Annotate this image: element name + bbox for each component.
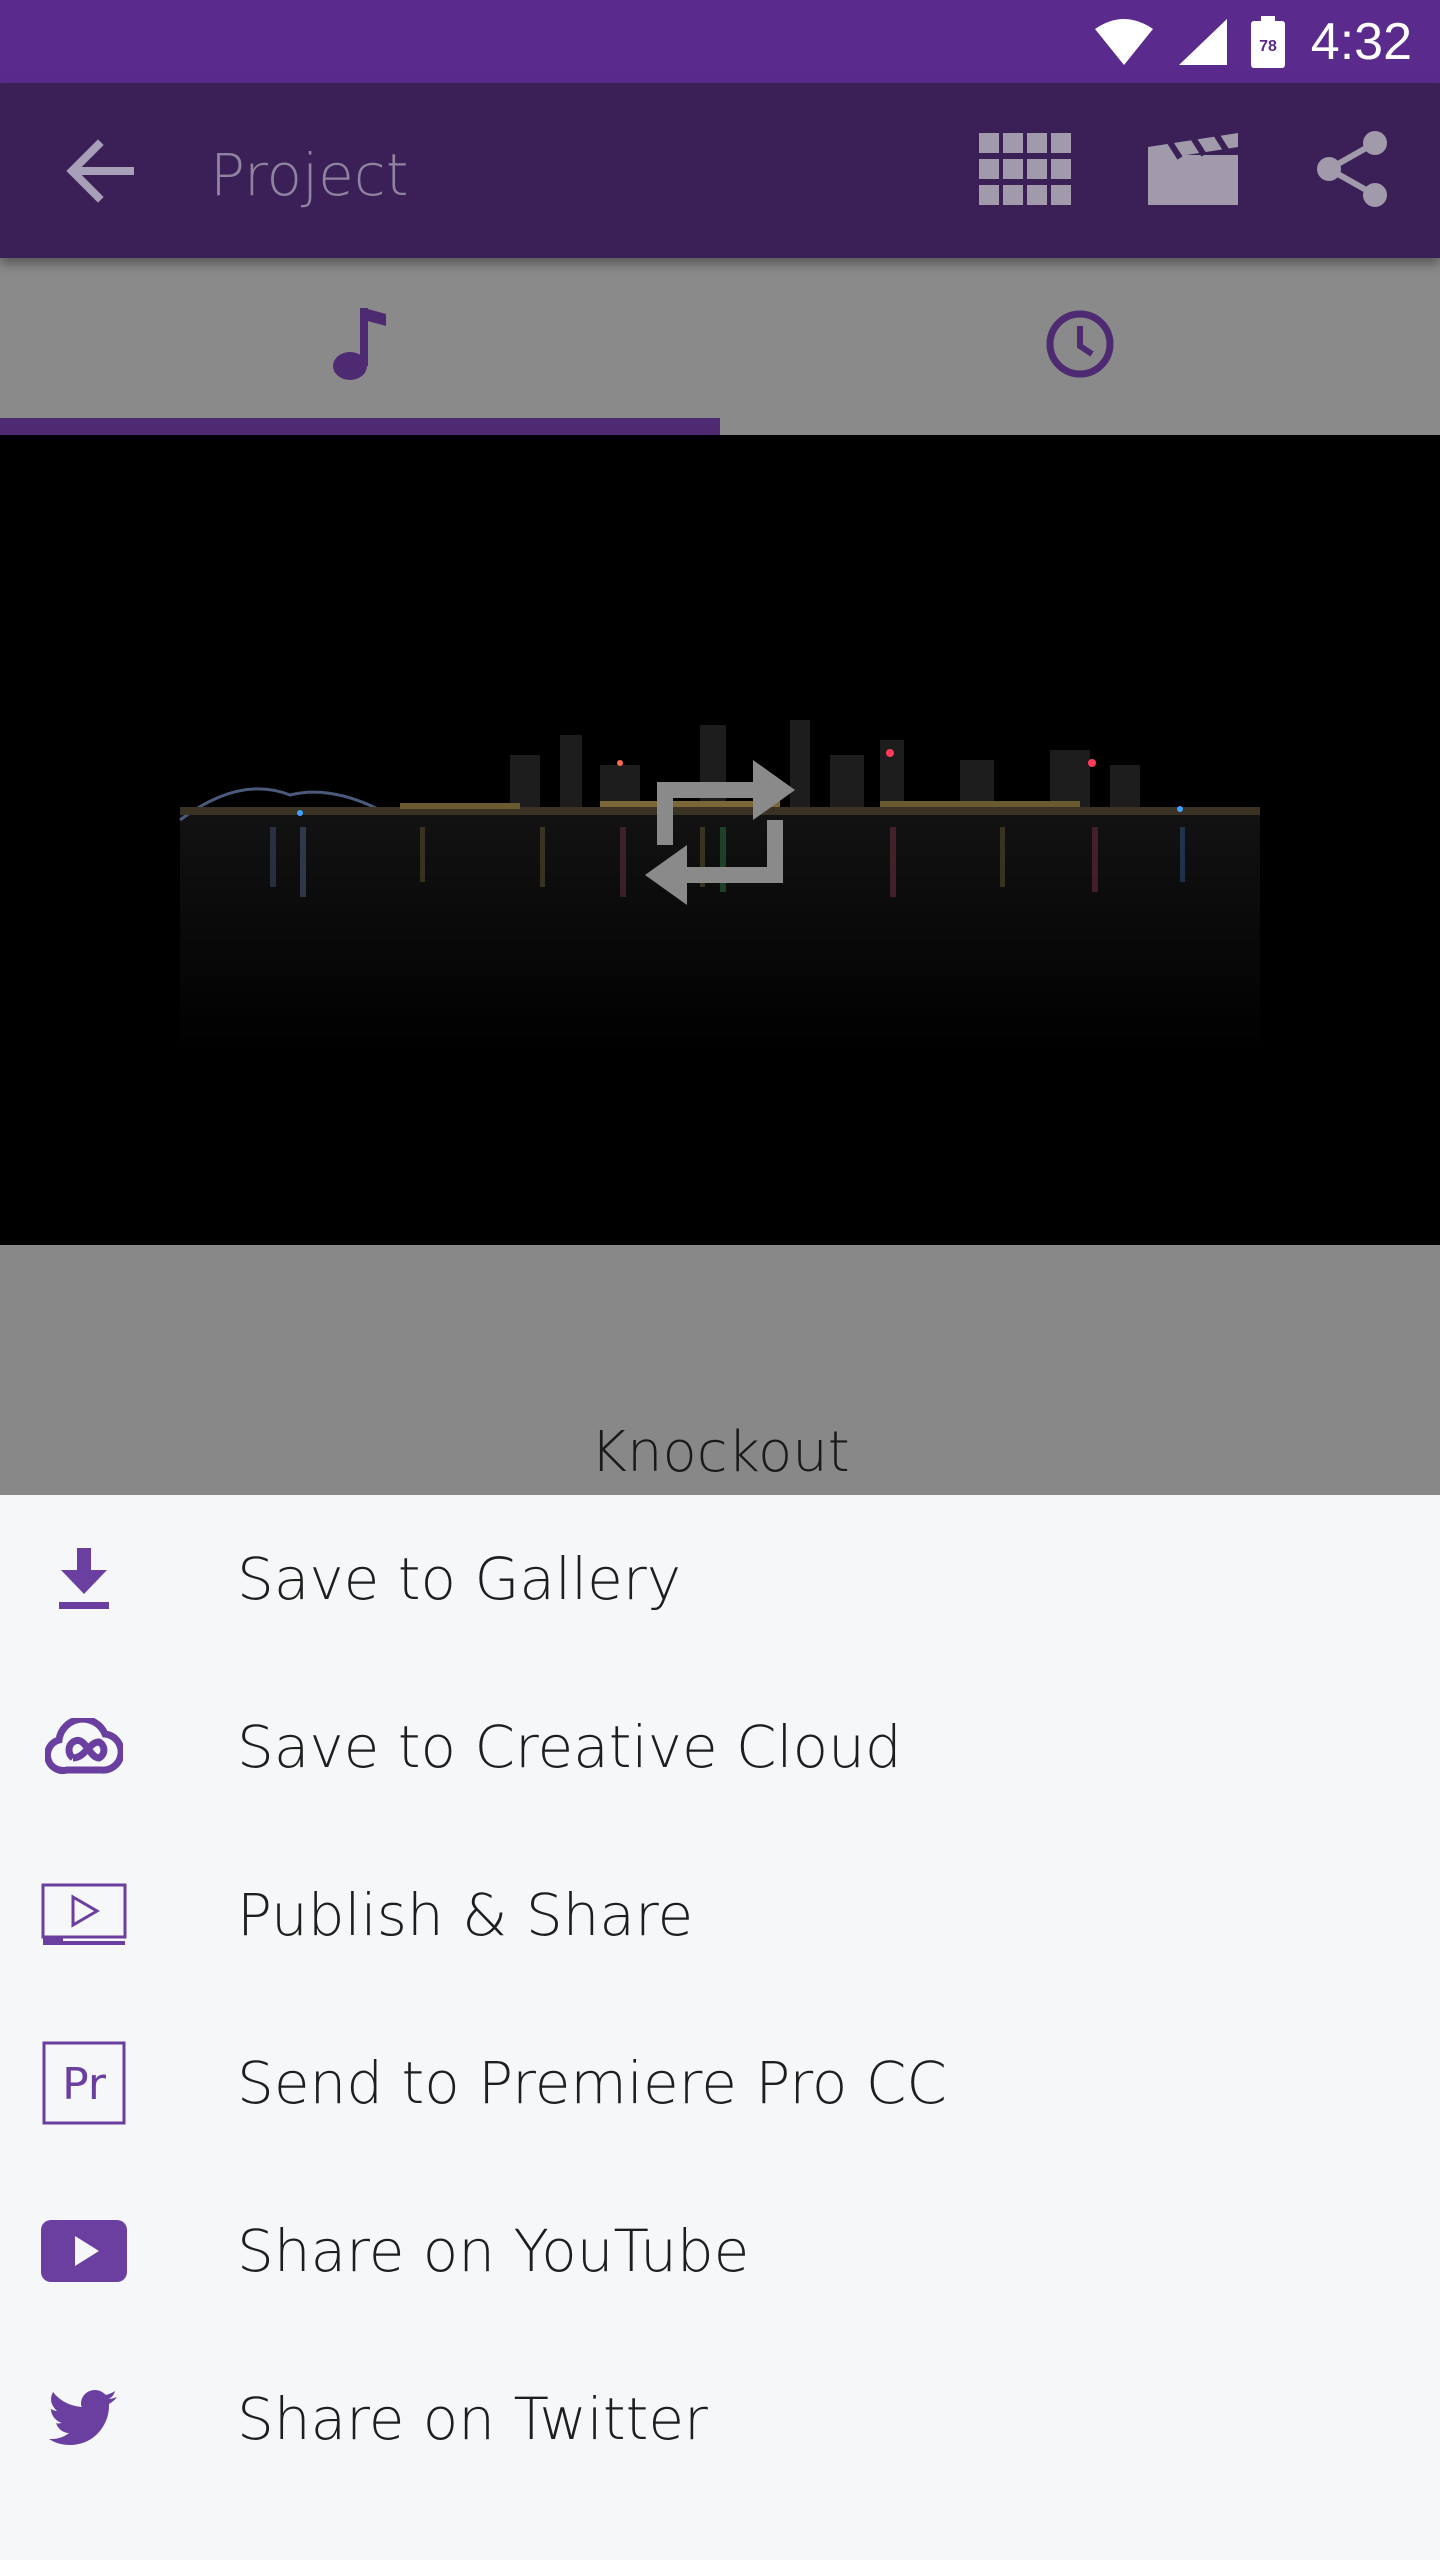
save-to-creative-cloud-item[interactable]: Save to Creative Cloud	[0, 1663, 1440, 1831]
grid-icon	[979, 132, 1071, 210]
download-icon	[40, 1537, 128, 1621]
save-to-creative-cloud-label: Save to Creative Cloud	[237, 1713, 902, 1781]
publish-and-share-label: Publish & Share	[237, 1881, 694, 1949]
share-on-youtube-label: Share on YouTube	[237, 2217, 750, 2285]
share-on-youtube-item[interactable]: Share on YouTube	[0, 2167, 1440, 2335]
battery-level: 78	[1259, 38, 1277, 55]
video-play-icon	[40, 1873, 128, 1957]
share-icon	[1315, 129, 1391, 214]
wifi-icon	[1093, 17, 1155, 67]
tab-bar	[0, 258, 1440, 435]
clapperboard-button[interactable]	[1143, 128, 1243, 211]
grid-button[interactable]	[975, 131, 1075, 211]
twitter-icon	[40, 2377, 128, 2461]
send-to-premiere-pro-item[interactable]: Pr Send to Premiere Pro CC	[0, 1999, 1440, 2167]
page-title: Project	[210, 141, 409, 209]
back-arrow-icon	[60, 139, 140, 211]
youtube-icon	[40, 2209, 128, 2293]
clock-icon	[1044, 308, 1116, 385]
creative-cloud-icon	[40, 1705, 128, 1789]
status-icons: 78 4:32	[1071, 0, 1412, 83]
tab-indicator	[0, 418, 720, 435]
tab-music[interactable]	[0, 258, 720, 435]
save-to-gallery-label: Save to Gallery	[237, 1545, 682, 1613]
save-to-gallery-item[interactable]: Save to Gallery	[0, 1495, 1440, 1663]
music-note-icon	[330, 304, 390, 389]
send-to-premiere-pro-label: Send to Premiere Pro CC	[237, 2049, 947, 2117]
publish-and-share-item[interactable]: Publish & Share	[0, 1831, 1440, 1999]
premiere-pro-icon: Pr	[40, 2041, 128, 2125]
clapperboard-icon	[1148, 128, 1238, 210]
app-bar: Project	[0, 83, 1440, 258]
theme-name[interactable]: Knockout	[0, 1420, 1440, 1485]
status-time: 4:32	[1310, 12, 1412, 71]
battery-icon: 78	[1250, 15, 1285, 68]
back-button[interactable]	[60, 135, 140, 207]
share-on-twitter-label: Share on Twitter	[237, 2385, 708, 2453]
tab-clock[interactable]	[720, 258, 1440, 435]
video-preview[interactable]	[0, 435, 1440, 1245]
signal-icon	[1177, 17, 1229, 67]
share-on-twitter-item[interactable]: Share on Twitter	[0, 2335, 1440, 2503]
share-button[interactable]	[1303, 129, 1403, 214]
status-bar: 78 4:32	[0, 0, 1440, 83]
share-sheet: Save to Gallery Save to Creative Cloud P…	[0, 1495, 1440, 2560]
svg-text:Pr: Pr	[62, 2059, 107, 2110]
